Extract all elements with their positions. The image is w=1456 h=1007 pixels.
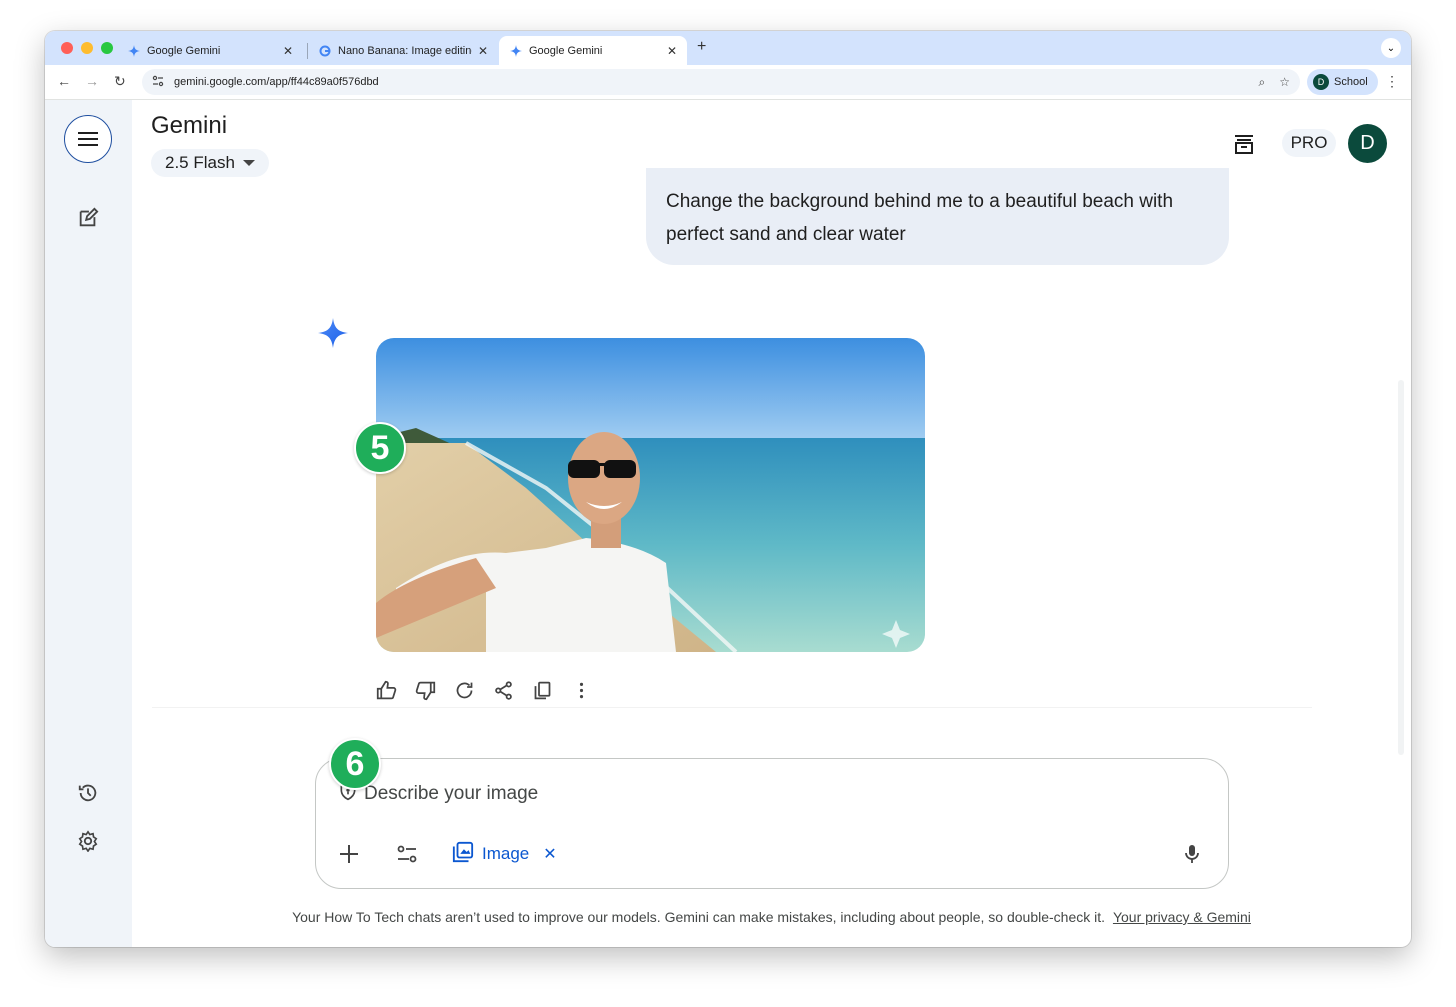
browser-toolbar: ← → ↻ gemini.google.com/app/ff44c89a0f57…: [45, 65, 1411, 99]
tab-title: Google Gemini: [529, 44, 603, 57]
more-options-icon[interactable]: [571, 680, 592, 701]
dropdown-caret-icon: [242, 160, 255, 166]
image-gallery-icon: [452, 841, 474, 868]
model-label: 2.5 Flash: [165, 153, 235, 172]
image-tool-chip[interactable]: Image ✕: [452, 841, 557, 867]
footer-disclaimer: Your How To Tech chats aren’t used to im…: [132, 909, 1411, 925]
browser-tab-3-active[interactable]: Google Gemini ✕: [499, 36, 687, 65]
disclaimer-text: Your How To Tech chats aren’t used to im…: [292, 909, 1106, 925]
zoom-magnifier-icon[interactable]: ⌕: [1259, 75, 1266, 90]
zoom-window-button[interactable]: [101, 42, 113, 54]
image-chip-label: Image: [482, 844, 530, 863]
thumbs-down-icon[interactable]: [415, 680, 436, 701]
browser-window: Google Gemini ✕ Nano Banana: Image editi…: [45, 31, 1411, 947]
tab-title: Google Gemini: [147, 44, 221, 57]
tab-title: Nano Banana: Image editing i: [338, 44, 472, 57]
prompt-input[interactable]: [364, 782, 864, 805]
address-bar[interactable]: gemini.google.com/app/ff44c89a0f576dbd ⌕…: [142, 69, 1300, 95]
close-tab-icon[interactable]: ✕: [283, 44, 293, 58]
hamburger-icon: [78, 132, 98, 146]
browser-tab-2[interactable]: Nano Banana: Image editing i ✕: [308, 36, 498, 65]
gemini-icon: [509, 44, 523, 58]
sidebar: [45, 100, 132, 947]
bookmark-star-icon[interactable]: ☆: [1279, 75, 1290, 90]
app-title: Gemini: [151, 112, 228, 139]
content-divider: [152, 707, 1312, 708]
gemini-icon: [127, 44, 141, 58]
main-content: Gemini 2.5 Flash PRO D Change the backgr…: [132, 100, 1411, 947]
chat-scrollbar[interactable]: [1398, 380, 1404, 755]
tools-sliders-icon[interactable]: [396, 841, 418, 867]
reload-icon[interactable]: ↻: [114, 73, 126, 90]
new-chat-edit-icon[interactable]: [76, 206, 100, 230]
account-avatar[interactable]: D: [1348, 124, 1387, 163]
user-message-bubble: Change the background behind me to a bea…: [646, 168, 1229, 265]
temporary-chat-icon[interactable]: [1231, 130, 1257, 156]
step-5-badge: 5: [354, 422, 406, 474]
share-icon[interactable]: [493, 680, 514, 701]
response-actions: [376, 680, 592, 701]
remove-image-tool-icon[interactable]: ✕: [543, 844, 556, 864]
profile-avatar: D: [1313, 74, 1329, 90]
forward-arrow-icon[interactable]: →: [85, 73, 99, 89]
activity-history-icon[interactable]: [76, 781, 100, 805]
window-controls: [61, 42, 113, 54]
tab-strip: Google Gemini ✕ Nano Banana: Image editi…: [45, 31, 1411, 65]
main-menu-button[interactable]: [64, 115, 112, 163]
close-window-button[interactable]: [61, 42, 73, 54]
close-tab-icon[interactable]: ✕: [667, 44, 677, 58]
gemini-sparkle-icon: [318, 318, 348, 348]
prompt-row: [338, 781, 864, 806]
browser-menu-icon[interactable]: ⋮: [1385, 73, 1399, 90]
prompt-composer: Image ✕: [315, 758, 1229, 889]
step-6-badge: 6: [329, 738, 381, 790]
copy-icon[interactable]: [532, 680, 553, 701]
omnibox-actions: ⌕ ☆: [1259, 75, 1291, 90]
site-settings-icon[interactable]: [152, 75, 164, 90]
thumbs-up-icon[interactable]: [376, 680, 397, 701]
url-text: gemini.google.com/app/ff44c89a0f576dbd: [174, 76, 379, 88]
profile-button[interactable]: D School: [1307, 69, 1378, 95]
add-attachment-icon[interactable]: [338, 841, 360, 867]
tab-search-chevron-icon[interactable]: ⌄: [1381, 38, 1401, 58]
pro-upgrade-button[interactable]: PRO: [1282, 129, 1336, 157]
model-selector[interactable]: 2.5 Flash: [151, 149, 269, 177]
generated-beach-image[interactable]: [376, 338, 925, 652]
new-tab-icon[interactable]: +: [697, 38, 706, 56]
settings-gear-icon[interactable]: [76, 829, 100, 853]
browser-tab-1[interactable]: Google Gemini ✕: [117, 36, 303, 65]
minimize-window-button[interactable]: [81, 42, 93, 54]
microphone-icon[interactable]: [1182, 841, 1202, 867]
back-arrow-icon[interactable]: ←: [57, 73, 71, 89]
google-g-icon: [318, 44, 332, 58]
privacy-link[interactable]: Your privacy & Gemini: [1113, 909, 1251, 925]
regenerate-icon[interactable]: [454, 680, 475, 701]
close-tab-icon[interactable]: ✕: [478, 44, 488, 58]
profile-label: School: [1334, 76, 1368, 88]
